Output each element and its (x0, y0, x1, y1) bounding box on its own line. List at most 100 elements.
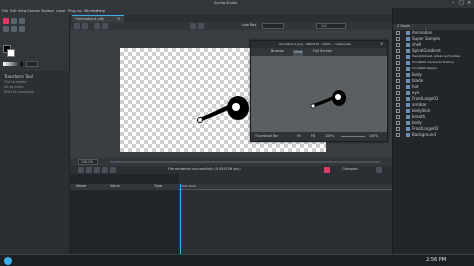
preview-title-bar: Animation1.png - 480x270 - 100% — Gwenvi… (251, 41, 387, 48)
layer-icon (406, 97, 410, 101)
layer-icon (406, 31, 410, 35)
menu-canvas[interactable]: Canvas (27, 9, 40, 14)
layer-checkbox[interactable] (396, 79, 400, 83)
zoom-slider[interactable] (341, 136, 365, 137)
layer-name: Headphones1 Advanced Outline (412, 54, 461, 58)
layer-checkbox[interactable] (396, 133, 400, 137)
play-icon[interactable] (94, 167, 100, 173)
zoom-100-button[interactable]: 100% (325, 134, 334, 138)
timetrack-ruler[interactable]: Time Track (178, 184, 392, 190)
quality-field[interactable] (262, 23, 284, 29)
thumbnail-bar-button[interactable]: Thumbnail Bar (255, 134, 278, 138)
gradient-swatch[interactable] (3, 62, 23, 66)
time-cursor[interactable] (180, 184, 181, 254)
layer-checkbox[interactable] (396, 31, 400, 35)
next-frame-icon[interactable] (102, 167, 108, 173)
layer-checkbox[interactable] (396, 49, 400, 53)
taskbar: 2:56 PM (0, 254, 474, 266)
time-slider[interactable] (110, 161, 380, 163)
full-screen-button[interactable]: Full Screen (313, 49, 332, 54)
layer-checkbox[interactable] (396, 103, 400, 107)
menu-plugins[interactable]: Plug-Ins (68, 9, 82, 14)
layer-checkbox[interactable] (396, 67, 400, 71)
fill-button[interactable]: Fill (311, 134, 315, 138)
layer-name: eye (412, 90, 420, 95)
seek-end-icon[interactable] (110, 167, 116, 173)
browse-button[interactable]: Browse (271, 49, 284, 54)
maximize-icon[interactable]: □ (459, 1, 464, 6)
minimize-icon[interactable]: – (452, 1, 455, 6)
low-res-label[interactable]: Low Res (242, 23, 256, 28)
redo-icon[interactable] (82, 23, 88, 29)
layer-checkbox[interactable] (396, 97, 400, 101)
view-button[interactable]: View (293, 50, 304, 56)
document-tab[interactable]: *Animation1.sifz × (72, 15, 124, 22)
toggle-onion-icon[interactable] (198, 23, 204, 29)
layer-name: Background (412, 132, 436, 137)
previous-frame-icon[interactable] (86, 167, 92, 173)
brush-size-widget[interactable] (26, 61, 38, 67)
layer-checkbox[interactable] (396, 43, 400, 47)
fill-color-swatch[interactable] (7, 49, 15, 57)
keyframe-mode-label[interactable]: Clamped (342, 167, 358, 172)
preview-image-area[interactable] (251, 56, 387, 132)
layer-name: armbar (412, 102, 427, 107)
menu-edit[interactable]: Edit (10, 9, 17, 14)
layer-checkbox[interactable] (396, 109, 400, 113)
menu-help[interactable]: Help (97, 9, 105, 14)
layer-name: blade (412, 78, 424, 83)
zoom-field[interactable]: 116.2% (78, 159, 98, 165)
tab-close-icon[interactable]: × (117, 17, 120, 21)
menu-view[interactable]: View (18, 9, 26, 14)
toolbox-panel: Transform Tool Ctrl to rotate Alt to sca… (0, 15, 70, 111)
params-panel: Name Value Type (70, 174, 178, 254)
preview-icon[interactable] (102, 23, 108, 29)
layer-name: Super Sample (412, 36, 440, 41)
left-bottom-panel (0, 111, 70, 254)
layer-name: body (412, 72, 422, 77)
menu-window[interactable]: Window (84, 9, 98, 14)
render-icon[interactable] (94, 23, 100, 29)
layer-icon (406, 37, 410, 41)
menu-toolbox[interactable]: Toolbox (41, 9, 54, 14)
system-tray (360, 258, 420, 264)
transform-tool-icon[interactable] (3, 18, 9, 24)
layer-row[interactable]: Background (394, 132, 474, 138)
preview-close-icon[interactable]: × (380, 42, 383, 46)
layer-checkbox[interactable] (396, 127, 400, 131)
layer-checkbox[interactable] (396, 61, 400, 65)
layer-checkbox[interactable] (396, 85, 400, 89)
preview-toolbar: Browse View Full Screen (251, 48, 387, 56)
smooth-move-tool-icon[interactable] (11, 18, 17, 24)
layer-checkbox[interactable] (396, 37, 400, 41)
undo-icon[interactable] (74, 23, 80, 29)
layer-icon (406, 115, 410, 119)
menu-layer[interactable]: Layer (56, 9, 66, 14)
layer-checkbox[interactable] (396, 115, 400, 119)
layer-icon (406, 79, 410, 83)
layer-name: hat (412, 84, 419, 89)
resolution-field[interactable]: 1.0 (316, 23, 346, 29)
menu-file[interactable]: File (2, 9, 8, 14)
seek-begin-icon[interactable] (78, 167, 84, 173)
mirror-tool-icon[interactable] (11, 26, 17, 32)
params-header: Name Value Type (70, 184, 178, 190)
layer-checkbox[interactable] (396, 55, 400, 59)
layer-checkbox[interactable] (396, 121, 400, 125)
layer-name: Animation (412, 30, 433, 35)
tool-option-line: Ctrl to rotate (4, 80, 27, 84)
app-launcher-icon[interactable] (4, 257, 12, 265)
close-icon[interactable]: × (467, 1, 471, 6)
fit-button[interactable]: Fit (297, 134, 301, 138)
clock[interactable]: 2:56 PM (426, 258, 446, 263)
circle-tool-icon[interactable] (19, 26, 25, 32)
toggle-grid-icon[interactable] (190, 23, 196, 29)
scale-tool-icon[interactable] (19, 18, 25, 24)
rotate-tool-icon[interactable] (3, 26, 9, 32)
zoom-value: 116.2% (81, 160, 94, 164)
layer-checkbox[interactable] (396, 91, 400, 95)
keyframe-lock-icon[interactable] (376, 167, 382, 173)
layer-checkbox[interactable] (396, 73, 400, 77)
animation-mode-icon[interactable] (324, 167, 330, 173)
layer-name: bodySkin (412, 108, 431, 113)
